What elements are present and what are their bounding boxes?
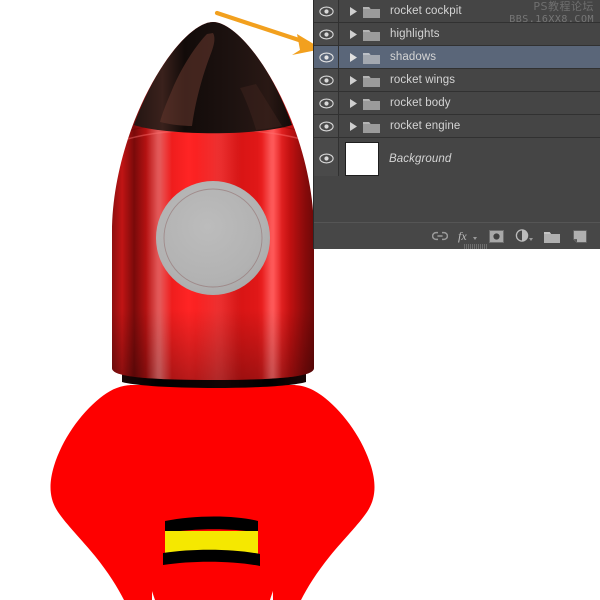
layer-visibility-toggle[interactable] bbox=[314, 0, 339, 22]
new-layer-button[interactable] bbox=[567, 225, 593, 247]
layer-visibility-toggle[interactable] bbox=[314, 46, 339, 68]
folder-icon bbox=[363, 27, 380, 41]
layer-thumbnail[interactable] bbox=[345, 142, 379, 176]
svg-text:fx: fx bbox=[458, 229, 467, 243]
layer-name: rocket body bbox=[390, 97, 451, 109]
folder-icon bbox=[363, 73, 380, 87]
layer-name: rocket cockpit bbox=[390, 5, 462, 17]
layer-row-background[interactable]: Background bbox=[314, 138, 600, 180]
layer-list[interactable]: rocket cockpit highli bbox=[314, 0, 600, 176]
eye-icon bbox=[319, 75, 334, 86]
layer-row-rocket-cockpit[interactable]: rocket cockpit bbox=[314, 0, 600, 23]
layer-visibility-toggle[interactable] bbox=[314, 69, 339, 91]
layer-row-rocket-wings[interactable]: rocket wings bbox=[314, 69, 600, 92]
layer-list-empty-area bbox=[314, 176, 600, 223]
new-layer-icon bbox=[573, 230, 587, 243]
eye-icon bbox=[319, 153, 334, 164]
layer-row-rocket-body[interactable]: rocket body bbox=[314, 92, 600, 115]
folder-icon bbox=[363, 50, 380, 64]
layer-visibility-toggle[interactable] bbox=[314, 23, 339, 45]
layer-row-highlights[interactable]: highlights bbox=[314, 23, 600, 46]
chevron-right-icon[interactable] bbox=[345, 122, 361, 131]
link-layers-button[interactable] bbox=[427, 225, 453, 247]
layer-name: Background bbox=[389, 153, 451, 165]
rocket-wings bbox=[51, 385, 375, 600]
chevron-right-icon[interactable] bbox=[345, 76, 361, 85]
folder-icon bbox=[363, 4, 380, 18]
folder-icon bbox=[363, 119, 380, 133]
layer-row-shadows[interactable]: shadows bbox=[314, 46, 600, 69]
eye-icon bbox=[319, 52, 334, 63]
folder-icon bbox=[363, 96, 380, 110]
new-fill-adjustment-layer-button[interactable] bbox=[511, 225, 537, 247]
mask-icon bbox=[489, 230, 504, 243]
link-icon bbox=[432, 231, 448, 242]
eye-icon bbox=[319, 121, 334, 132]
layer-name: rocket wings bbox=[390, 74, 455, 86]
rocket-cockpit-porthole bbox=[156, 181, 270, 295]
layer-visibility-toggle[interactable] bbox=[314, 92, 339, 114]
new-group-button[interactable] bbox=[539, 225, 565, 247]
chevron-right-icon[interactable] bbox=[345, 30, 361, 39]
layer-visibility-toggle[interactable] bbox=[314, 138, 339, 179]
adjustment-circle-icon bbox=[515, 229, 534, 243]
fx-icon: fx bbox=[458, 229, 478, 243]
eye-icon bbox=[319, 98, 334, 109]
layer-name: shadows bbox=[390, 51, 436, 63]
rocket-nose-cone bbox=[134, 22, 292, 133]
folder-icon bbox=[544, 230, 560, 243]
chevron-right-icon[interactable] bbox=[345, 53, 361, 62]
eye-icon bbox=[319, 6, 334, 17]
layer-row-rocket-engine[interactable]: rocket engine bbox=[314, 115, 600, 138]
layers-panel[interactable]: rocket cockpit highli bbox=[313, 0, 600, 249]
layers-panel-toolbar[interactable]: fx bbox=[314, 222, 600, 249]
layer-visibility-toggle[interactable] bbox=[314, 115, 339, 137]
chevron-right-icon[interactable] bbox=[345, 7, 361, 16]
layer-name: rocket engine bbox=[390, 120, 460, 132]
rocket-engine bbox=[163, 517, 260, 567]
chevron-right-icon[interactable] bbox=[345, 99, 361, 108]
eye-icon bbox=[319, 29, 334, 40]
panel-resize-grip[interactable] bbox=[464, 244, 488, 249]
layer-name: highlights bbox=[390, 28, 440, 40]
